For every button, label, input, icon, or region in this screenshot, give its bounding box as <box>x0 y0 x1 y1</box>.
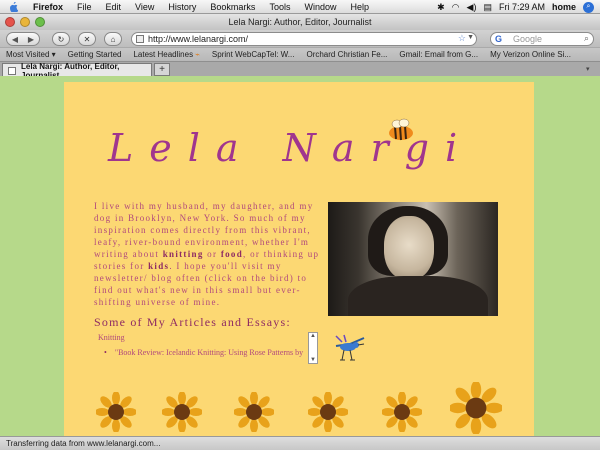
bluetooth-icon[interactable]: ✱ <box>437 2 445 13</box>
bookmark-sprint[interactable]: Sprint WebCapTel: W... <box>206 50 301 59</box>
sunflower-icon <box>162 392 202 432</box>
tab-active[interactable]: Lela Nargi: Author, Editor, Journalist <box>2 62 152 80</box>
articles-scrollbar[interactable]: ▲ ▼ <box>308 332 318 364</box>
back-forward-group: ◀ ▶ <box>6 32 40 46</box>
minimize-icon[interactable] <box>20 17 30 27</box>
bookmark-gmail[interactable]: Gmail: Email from G... <box>393 50 484 59</box>
food-link[interactable]: food <box>221 249 243 259</box>
search-placeholder[interactable]: Google <box>513 34 542 44</box>
bookmark-verizon[interactable]: My Verizon Online Si... <box>484 50 577 59</box>
status-text: Transferring data from www.lelanargi.com… <box>6 439 161 448</box>
rss-icon: ⌁ <box>195 50 200 59</box>
menu-window[interactable]: Window <box>297 2 343 12</box>
bookmark-orchard[interactable]: Orchard Christian Fe... <box>300 50 393 59</box>
sunflower-icon <box>96 392 136 432</box>
scroll-down-icon[interactable]: ▼ <box>310 357 316 363</box>
page-body: Lela Nargi I live with my husband, my da… <box>64 82 534 436</box>
user-menu[interactable]: home <box>552 2 576 12</box>
forward-icon[interactable]: ▶ <box>23 33 39 45</box>
photo-jacket <box>348 276 488 316</box>
photo-face <box>384 216 434 280</box>
menu-file[interactable]: File <box>70 2 99 12</box>
menu-tools[interactable]: Tools <box>262 2 297 12</box>
tab-list-icon[interactable]: ▾ <box>586 65 596 74</box>
apple-icon[interactable] <box>8 1 18 12</box>
window-controls <box>5 17 45 27</box>
author-photo <box>328 202 498 316</box>
flag-icon[interactable]: ▤ <box>483 2 492 13</box>
sunflower-icon <box>308 392 348 432</box>
sunflower-icon <box>234 392 274 432</box>
menu-bookmarks[interactable]: Bookmarks <box>203 2 262 12</box>
scroll-up-icon[interactable]: ▲ <box>310 333 316 339</box>
menu-bar: Firefox File Edit View History Bookmarks… <box>0 0 600 14</box>
bookmarks-toolbar: Most Visited ▾ Getting Started Latest He… <box>0 47 600 61</box>
site-favicon-icon <box>136 35 144 43</box>
menu-history[interactable]: History <box>161 2 203 12</box>
volume-icon[interactable]: ◀) <box>467 2 477 13</box>
bookmark-latest-headlines[interactable]: Latest Headlines ⌁ <box>127 50 205 59</box>
web-content: Lela Nargi I live with my husband, my da… <box>0 76 600 436</box>
home-button[interactable]: ⌂ <box>104 32 122 46</box>
articles-list: "Book Review: Icelandic Knitting: Using … <box>104 348 303 357</box>
menubar-extras: ✱ ◠ ◀) ▤ Fri 7:29 AM home ⌕ <box>437 0 594 14</box>
bookmark-latest-headlines-label: Latest Headlines <box>133 50 194 59</box>
bird-blog-icon[interactable] <box>330 334 368 364</box>
new-tab-button[interactable]: + <box>154 63 170 76</box>
stop-button[interactable]: ✕ <box>78 32 96 46</box>
kids-link[interactable]: kids <box>148 261 169 271</box>
sunflower-icon <box>450 382 502 434</box>
knitting-link[interactable]: knitting <box>163 249 204 259</box>
tab-favicon-icon <box>8 67 16 75</box>
home-icon: ⌂ <box>110 34 116 44</box>
site-logo: Lela Nargi <box>108 126 474 170</box>
bee-icon <box>389 118 413 141</box>
article-item[interactable]: "Book Review: Icelandic Knitting: Using … <box>104 348 303 357</box>
sunflower-icon <box>382 392 422 432</box>
tab-bar: Lela Nargi: Author, Editor, Journalist +… <box>0 61 600 80</box>
menu-help[interactable]: Help <box>343 2 376 12</box>
articles-category[interactable]: Knitting <box>98 333 125 342</box>
search-box[interactable]: G Google ⌕ <box>490 32 594 46</box>
wifi-icon[interactable]: ◠ <box>452 2 460 13</box>
back-icon[interactable]: ◀ <box>7 33 23 45</box>
articles-heading: Some of My Articles and Essays: <box>94 315 291 329</box>
spotlight-icon[interactable]: ⌕ <box>583 1 594 13</box>
menu-view[interactable]: View <box>128 2 161 12</box>
window-title: Lela Nargi: Author, Editor, Journalist <box>228 17 372 27</box>
intro-paragraph: I live with my husband, my daughter, and… <box>94 200 326 308</box>
search-icon[interactable]: ⌕ <box>584 33 589 44</box>
sunflower-border <box>64 382 534 436</box>
intro-text-or: or <box>203 249 221 259</box>
zoom-icon[interactable] <box>35 17 45 27</box>
stop-icon: ✕ <box>83 34 91 44</box>
bookmark-getting-started[interactable]: Getting Started <box>62 50 128 59</box>
status-bar: Transferring data from www.lelanargi.com… <box>0 436 600 450</box>
url-dropdown-icon[interactable]: ▼ <box>467 34 474 41</box>
reload-button[interactable]: ↻ <box>52 32 70 46</box>
google-icon[interactable]: G <box>495 34 502 44</box>
bookmark-star-icon[interactable]: ☆ <box>458 33 466 44</box>
clock[interactable]: Fri 7:29 AM <box>499 2 545 12</box>
reload-icon: ↻ <box>57 34 65 44</box>
close-icon[interactable] <box>5 17 15 27</box>
url-bar[interactable]: http://www.lelanargi.com/ ☆ ▼ <box>131 32 477 46</box>
bookmark-most-visited[interactable]: Most Visited ▾ <box>0 50 62 59</box>
url-text[interactable]: http://www.lelanargi.com/ <box>148 34 248 44</box>
window-titlebar: Lela Nargi: Author, Editor, Journalist <box>0 14 600 30</box>
menu-app-name[interactable]: Firefox <box>26 2 70 12</box>
navigation-toolbar: ◀ ▶ ↻ ✕ ⌂ http://www.lelanargi.com/ ☆ ▼ … <box>0 30 600 47</box>
menu-edit[interactable]: Edit <box>99 2 129 12</box>
